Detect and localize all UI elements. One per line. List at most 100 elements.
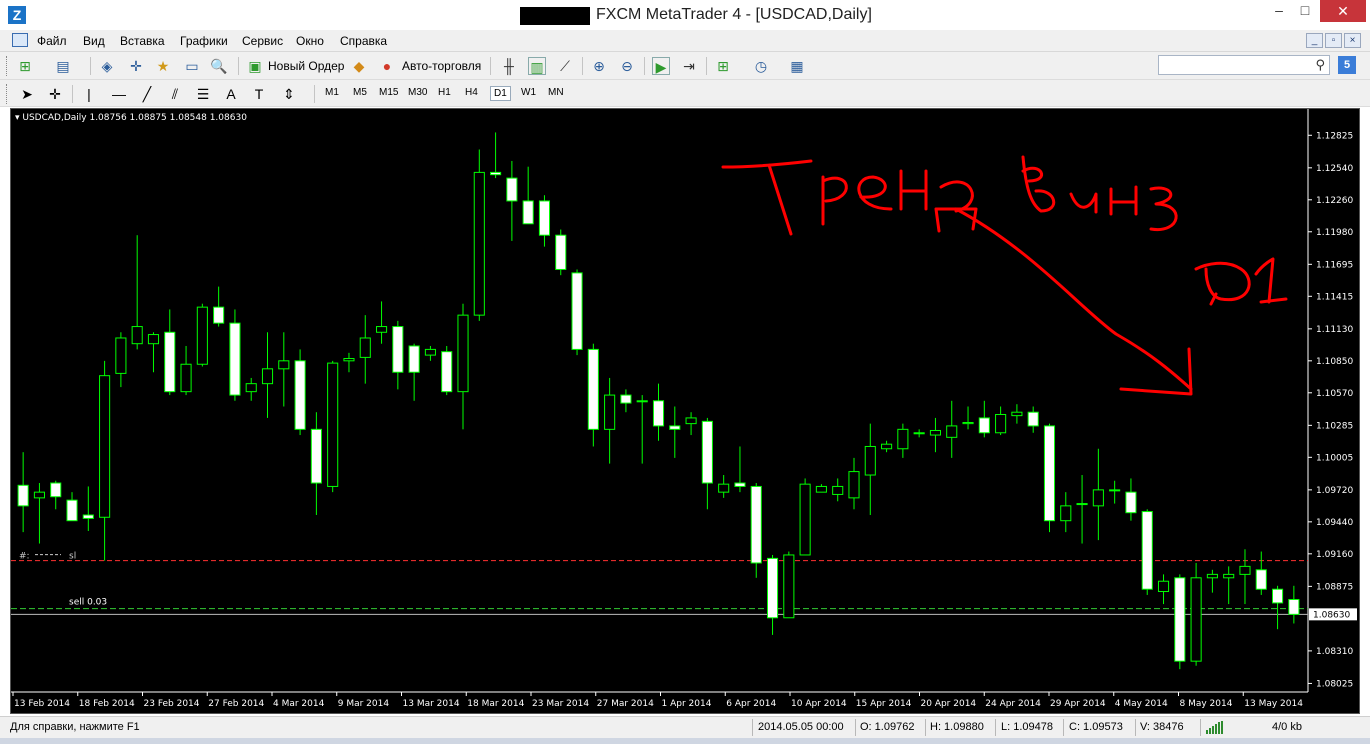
candle-body [343,358,355,362]
zoom-out-icon[interactable]: ⊖ [618,57,636,75]
timeframe-m1[interactable]: M1 [322,86,342,99]
text-icon[interactable]: A [222,85,240,103]
candle-body [913,432,925,435]
mdi-close-button[interactable]: × [1344,33,1361,48]
candle-body [473,171,485,316]
candle-body [1125,491,1137,514]
bar-chart-icon[interactable]: ╫ [500,57,518,75]
indicators-icon[interactable]: ⊞ [714,57,732,75]
maximize-button[interactable]: □ [1290,2,1320,22]
chart-header: ▾ USDCAD,Daily 1.08756 1.08875 1.08548 1… [15,113,247,123]
connection-bars-icon[interactable] [1206,721,1228,734]
timeframe-w1[interactable]: W1 [518,86,539,99]
search-icon[interactable]: ⚲ [1315,57,1325,73]
x-tick-label: 18 Mar 2014 [467,699,524,709]
trendline-icon[interactable]: ╱ [138,85,156,103]
toolbar-grip[interactable] [6,56,9,76]
timeframe-d1[interactable]: D1 [490,86,511,101]
y-tick-label: 1.08025 [1316,679,1353,689]
strategy-tester-icon[interactable]: 🔍 [210,57,228,75]
price-chart[interactable]: 1.12825 1.12540 1.12260 1.11980 1.11695 1.114… [10,108,1360,714]
data-window-icon[interactable]: ✛ [127,57,145,75]
candle-body [1076,503,1088,506]
candlestick-chart-icon[interactable]: ▥ [528,57,546,75]
new-order-icon[interactable]: ▣ [246,57,264,75]
candle-body [522,200,534,225]
candle-body [1288,598,1300,615]
market-watch-icon[interactable]: ◈ [98,57,116,75]
menu-charts[interactable]: Графики [180,34,228,48]
new-order-button[interactable]: Новый Ордер [268,59,344,73]
timeframe-h1[interactable]: H1 [435,86,454,99]
menu-insert[interactable]: Вставка [120,34,165,48]
profiles-icon[interactable]: ▤ [54,57,72,75]
sl-label: sl [69,552,76,562]
candle-body [1157,580,1170,593]
y-tick-label: 1.11695 [1316,260,1353,270]
status-low: L: 1.09478 [1001,721,1053,733]
traffic-indicator: 4/0 kb [1272,721,1302,733]
candle-body [832,485,844,495]
candlestick-chart[interactable]: 1.12825 1.12540 1.12260 1.11980 1.11695 1.114… [11,109,1359,713]
new-chart-icon[interactable]: ⊞ [16,57,34,75]
candle-body [555,234,567,270]
horizontal-line-icon[interactable]: — [110,85,128,103]
annotation-stroke [1021,155,1055,213]
chart-shift-icon[interactable]: ⇥ [680,57,698,75]
terminal-icon[interactable]: ▭ [183,57,201,75]
navigator-icon[interactable]: ★ [154,57,172,75]
metaeditor-icon[interactable]: ◆ [350,57,368,75]
zoom-in-icon[interactable]: ⊕ [590,57,608,75]
menu-tools[interactable]: Сервис [242,34,283,48]
close-button[interactable]: ✕ [1320,0,1366,22]
auto-scroll-icon[interactable]: ▶ [652,57,670,75]
candle-body [131,326,143,345]
cursor-icon[interactable]: ➤ [18,85,36,103]
mdi-minimize-button[interactable]: _ [1306,33,1323,48]
candle-body [115,337,127,374]
auto-trading-icon[interactable]: ● [378,57,396,75]
fibonacci-icon[interactable]: ☰ [194,85,212,103]
menu-help[interactable]: Справка [340,34,387,48]
vertical-line-icon[interactable]: | [80,85,98,103]
hash-label: #: [19,552,30,562]
periods-icon[interactable]: ◷ [752,57,770,75]
crosshair-icon[interactable]: ✛ [46,85,64,103]
candle-body [848,471,860,499]
candle-body [669,425,681,430]
x-tick-label: 6 Apr 2014 [726,699,776,709]
menu-view[interactable]: Вид [83,34,105,48]
candle-body [33,491,45,499]
candle-body [815,485,827,493]
menu-file[interactable]: Файл [37,34,67,48]
y-tick-label: 1.10570 [1316,389,1353,399]
notifications-badge[interactable]: 5 [1338,56,1356,74]
text-label-icon[interactable]: T [250,85,268,103]
timeframe-h4[interactable]: H4 [462,86,481,99]
candle-body [766,557,779,619]
timeframe-mn[interactable]: MN [545,86,567,99]
y-tick-label: 1.12540 [1316,164,1353,174]
chart-window-icon[interactable] [12,33,28,47]
annotation-arrow [954,207,1193,396]
auto-trading-button[interactable]: Авто-торговля [402,59,481,73]
candle-body [99,375,111,518]
mdi-restore-button[interactable]: ▫ [1325,33,1342,48]
toolbar-grip[interactable] [6,84,9,104]
search-input[interactable]: ⚲ [1158,55,1330,75]
line-chart-icon[interactable]: ⟋ [556,57,574,75]
annotation-stroke [899,169,928,211]
timeframe-m15[interactable]: M15 [376,86,401,99]
candle-body [408,345,420,373]
app-logo-icon: Z [8,6,26,24]
menu-window[interactable]: Окно [296,34,324,48]
x-tick-label: 15 Apr 2014 [856,699,912,709]
timeframe-m5[interactable]: M5 [350,86,370,99]
templates-icon[interactable]: ▦ [788,57,806,75]
y-tick-label: 1.12825 [1316,131,1353,141]
title-bar: Z FXCM MetaTrader 4 - [USDCAD,Daily] – □… [0,0,1370,30]
sell-label: sell 0.03 [69,598,107,608]
arrows-icon[interactable]: ⇕ [280,85,298,103]
timeframe-m30[interactable]: M30 [405,86,430,99]
equidistant-channel-icon[interactable]: ⫽ [166,85,184,103]
